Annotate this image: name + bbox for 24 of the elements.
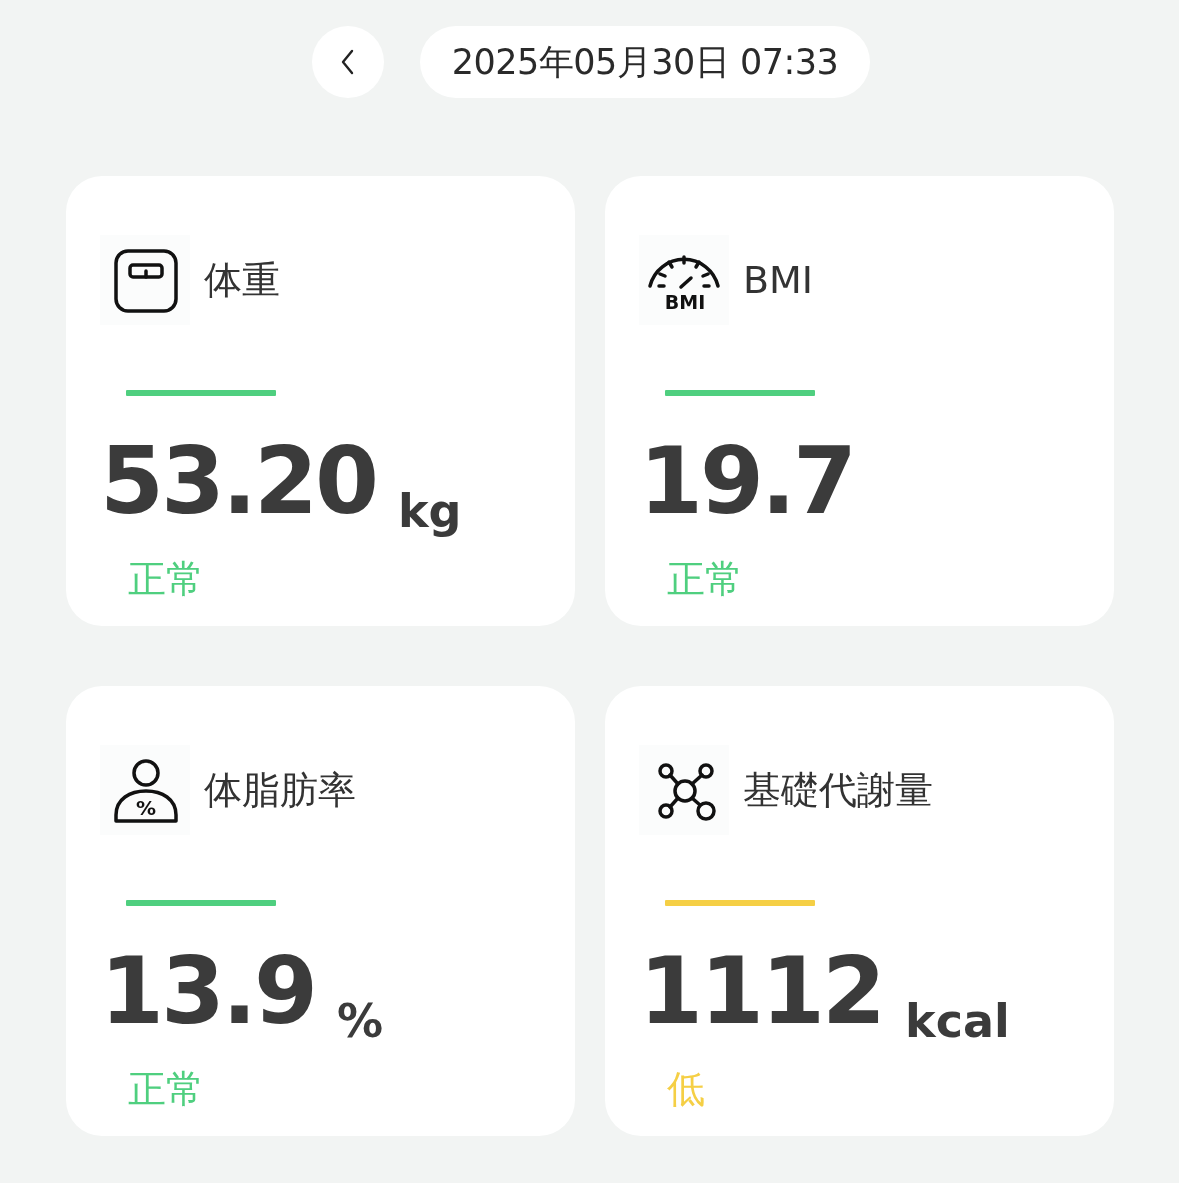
- metric-unit: %: [337, 994, 384, 1048]
- metric-card[interactable]: 基礎代謝量 1112 kcal 低: [605, 686, 1114, 1136]
- metric-value: 53.20: [100, 432, 376, 532]
- date-time-pill[interactable]: 2025年05月30日 07:33: [419, 26, 871, 98]
- metric-card[interactable]: BMI BMI 19.7 正常: [605, 176, 1114, 626]
- metric-card[interactable]: % 体脂肪率 13.9 % 正常: [66, 686, 575, 1136]
- metric-value: 13.9: [100, 942, 315, 1042]
- metric-value: 1112: [639, 942, 884, 1042]
- scale-icon: [100, 235, 190, 325]
- status-label: 低: [667, 1066, 705, 1113]
- metric-label: 体重: [204, 256, 280, 304]
- metric-value: 19.7: [639, 432, 854, 532]
- metric-unit: kcal: [905, 994, 1010, 1048]
- metric-label: 体脂肪率: [204, 766, 356, 814]
- status-label: 正常: [128, 556, 204, 603]
- nodes-icon: [639, 745, 729, 835]
- metric-unit: kg: [398, 484, 462, 538]
- gauge-icon: BMI: [639, 235, 729, 325]
- person-percent-icon: %: [100, 745, 190, 835]
- status-label: 正常: [667, 556, 743, 603]
- metric-label: BMI: [743, 258, 814, 302]
- status-label: 正常: [128, 1066, 204, 1113]
- metric-card[interactable]: 体重 53.20 kg 正常: [66, 176, 575, 626]
- metric-label: 基礎代謝量: [743, 766, 933, 814]
